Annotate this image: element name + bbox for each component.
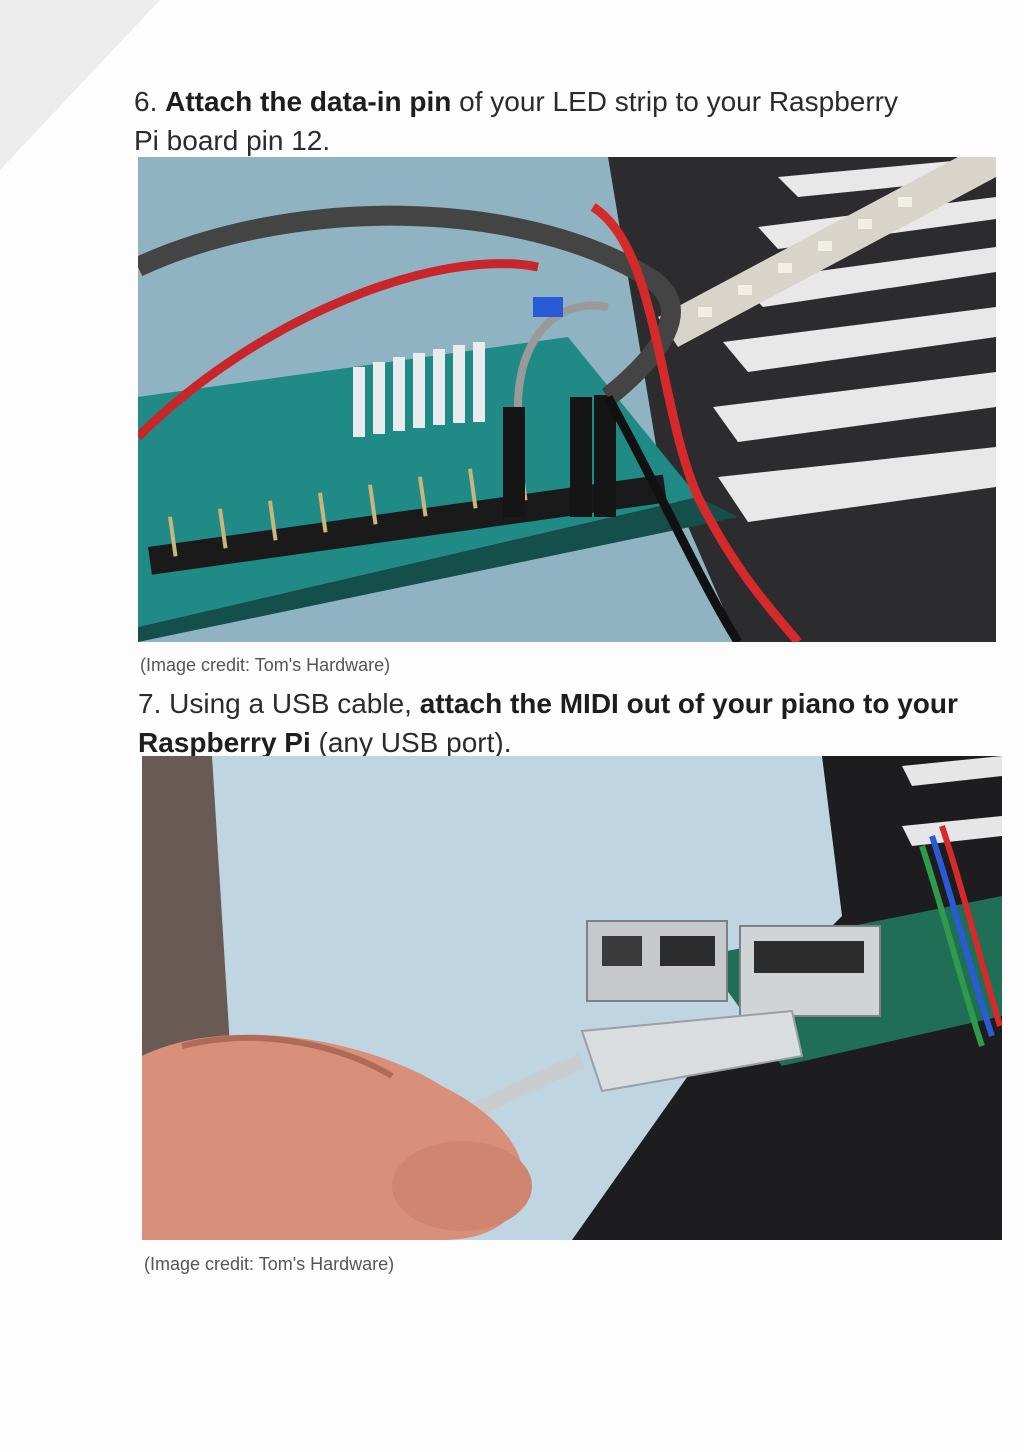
step-6-text: 6. Attach the data-in pin of your LED st… bbox=[134, 82, 914, 160]
image-credit-2: (Image credit: Tom's Hardware) bbox=[144, 1254, 395, 1274]
photo-usb-cable bbox=[142, 756, 1002, 1240]
step-7-lead: Using a USB cable, bbox=[161, 688, 420, 719]
image-credit-1: (Image credit: Tom's Hardware) bbox=[140, 655, 391, 675]
photo-raspberry-pi-gpio bbox=[138, 157, 996, 642]
step-7-text: 7. Using a USB cable, attach the MIDI ou… bbox=[138, 684, 978, 762]
step-6-number: 6. bbox=[134, 86, 158, 117]
step-7-number: 7. bbox=[138, 688, 162, 719]
document-page: 6. Attach the data-in pin of your LED st… bbox=[0, 0, 1024, 1452]
step-7-rest: (any USB port). bbox=[310, 727, 512, 758]
step-6-bold: Attach the data-in pin bbox=[165, 86, 452, 117]
